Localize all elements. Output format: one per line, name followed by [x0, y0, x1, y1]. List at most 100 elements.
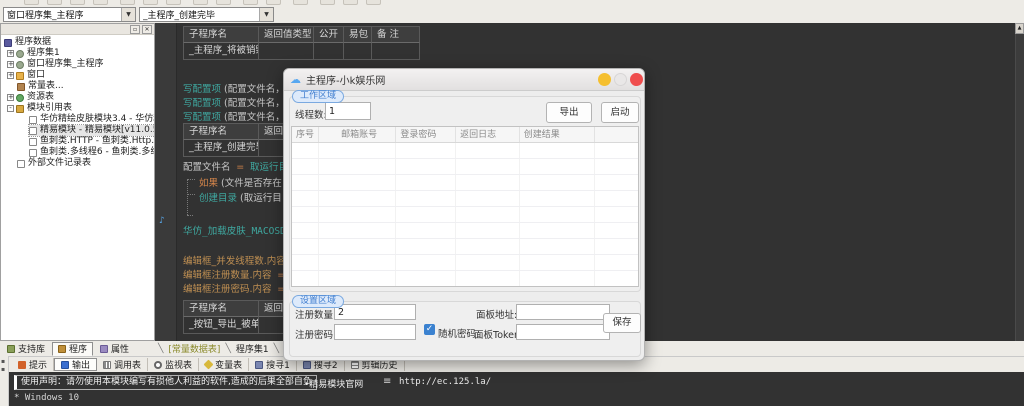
modules-icon [16, 105, 24, 113]
output-console[interactable]: 使用声明：请勿使用本模块编写有损他人利益的软件,造成的后果全部自负 •精易模块官… [9, 372, 1024, 406]
table-row[interactable] [292, 239, 638, 255]
pin-button[interactable]: ▫ [130, 25, 140, 34]
table-row[interactable] [292, 255, 638, 271]
toolbar-icon[interactable] [343, 0, 358, 5]
hamburger-icon: ≡ [383, 376, 391, 387]
bookmark-icon: ♪ [159, 216, 165, 226]
toolbar-icon[interactable] [243, 0, 258, 5]
table-row[interactable] [292, 191, 638, 207]
export-button[interactable]: 导出 [546, 102, 592, 123]
resource-icon [16, 94, 24, 102]
toolbar-icon[interactable] [70, 0, 85, 5]
tab-properties[interactable]: 属性 [95, 342, 134, 356]
tab-watch-table[interactable]: 监视表 [148, 358, 199, 371]
program-icon [58, 345, 66, 353]
table-row[interactable] [292, 271, 638, 287]
proc-name-cell[interactable]: _主程序_创建完毕 [183, 140, 259, 157]
toolbar-icon[interactable] [216, 0, 231, 5]
dialog-titlebar[interactable]: ☁ 主程序-小k娱乐网 [284, 69, 644, 91]
expand-icon[interactable]: + [7, 94, 14, 101]
table-row[interactable] [292, 159, 638, 175]
toolbar-icon[interactable] [266, 0, 281, 5]
panel-address-label: 面板地址: [476, 307, 517, 321]
panel-token-input[interactable] [516, 324, 610, 340]
tree-item-module-refs[interactable]: -模块引用表 [7, 103, 72, 114]
tree-item-window[interactable]: +窗口 [7, 70, 45, 81]
properties-icon [100, 345, 108, 353]
tree-item-thread-module[interactable]: 鱼刺类.多线程6 - 鱼刺类.多线程6.ec [29, 147, 155, 158]
reg-count-input[interactable] [334, 304, 416, 320]
subroutine-combobox-value: _主程序_创建完毕 [143, 8, 259, 21]
toolbar-icon[interactable] [293, 0, 308, 5]
col-header: 子程序名 [183, 300, 259, 317]
tree-item-program-data[interactable]: 程序数据 [4, 37, 51, 48]
proc-name-cell[interactable]: _按钮_导出_被单击 [183, 317, 259, 334]
expand-icon[interactable]: + [7, 61, 14, 68]
subroutine-combobox[interactable]: _主程序_创建完毕 ▼ [139, 7, 274, 22]
tree-item-window-assembly[interactable]: +窗口程序集_主程序 [7, 59, 104, 70]
table-row[interactable] [292, 143, 638, 159]
accounts-table[interactable]: 序号 邮箱账号 登录密码 返回日志 创建结果 [291, 126, 639, 287]
toolbar-icon[interactable] [47, 0, 62, 5]
random-password-label: 随机密码 [438, 326, 476, 340]
chevron-down-icon[interactable]: ▼ [259, 8, 273, 21]
cloud-icon: ☁ [290, 73, 301, 86]
chevron-down-icon[interactable]: ▼ [121, 8, 135, 21]
tree-item-skin-module[interactable]: 华仿精绘皮肤模块3.4 - 华仿精绘皮肤模块 [29, 114, 155, 125]
close-icon[interactable]: ✕ [142, 25, 152, 34]
proc-name-cell[interactable]: _主程序_将被销毁 [183, 43, 259, 60]
work-area-badge: 工作区域 [292, 90, 344, 103]
code-line: 编辑框注册数量.内容 = [183, 267, 285, 281]
table-row[interactable] [292, 207, 638, 223]
code-line: 写配置项 (配置文件名， [183, 81, 285, 95]
start-button[interactable]: 启动 [601, 102, 639, 123]
random-password-checkbox[interactable]: ✓ [424, 324, 435, 335]
editor-scrollbar[interactable] [1015, 34, 1024, 341]
module-combobox[interactable]: 窗口程序集_主程序 ▼ [3, 7, 136, 22]
tab-program[interactable]: 程序 [52, 342, 93, 356]
toolbar-icon[interactable] [320, 0, 335, 5]
tree-item-external-files[interactable]: 外部文件记录表 [17, 158, 91, 169]
toolbar-icon[interactable] [143, 0, 158, 5]
tree-item-const-table[interactable]: 常量表... [17, 81, 64, 92]
table-row[interactable] [292, 223, 638, 239]
tab-variables[interactable]: 变量表 [199, 358, 249, 371]
filetab-assembly1[interactable]: 程序集1 [232, 342, 273, 355]
toolbar-icon[interactable] [24, 0, 39, 5]
magnifier-icon [154, 361, 162, 369]
table-row[interactable] [292, 175, 638, 191]
minimize-button[interactable] [598, 73, 611, 86]
save-button[interactable]: 保存 [603, 313, 641, 333]
library-icon [7, 345, 15, 353]
tab-output[interactable]: 输出 [54, 358, 97, 371]
close-button[interactable] [630, 73, 643, 86]
tree-item-http-module[interactable]: 鱼刺类.HTTP - 鱼刺类.Http.ec [29, 136, 155, 147]
tab-separator [157, 344, 164, 354]
code-line: 写配置项 (配置文件名， [183, 95, 285, 109]
tab-support-libs[interactable]: 支持库 [2, 342, 50, 356]
tab-call-table[interactable]: 调用表 [97, 358, 148, 371]
reg-password-input[interactable] [334, 324, 416, 340]
dock-icon[interactable]: ▪ [1, 358, 5, 365]
expand-icon[interactable]: + [7, 72, 14, 79]
dock-icon[interactable]: ▪ [1, 366, 5, 373]
filetab-const-table[interactable]: [常量数据表] [164, 342, 224, 355]
expand-icon[interactable]: + [7, 50, 14, 57]
tab-tips[interactable]: 提示 [12, 358, 54, 371]
collapse-icon[interactable]: - [7, 105, 14, 112]
tree-item-assembly1[interactable]: +程序集1 [7, 48, 60, 59]
maximize-button[interactable] [614, 73, 627, 86]
tree-item-resource-table[interactable]: +资源表 [7, 92, 54, 103]
output-selected-line[interactable]: 使用声明：请勿使用本模块编写有损他人利益的软件,造成的后果全部自负 [14, 375, 317, 390]
toolbar-icon[interactable] [93, 0, 108, 5]
tree-item-jingyi-module[interactable]: 精易模块 - 精易模块[v11.0.5].ec [29, 125, 155, 136]
scroll-up-icon[interactable]: ▲ [1015, 23, 1024, 34]
panel-address-input[interactable] [516, 304, 610, 320]
toolbar-icon[interactable] [120, 0, 135, 5]
thread-count-input[interactable] [325, 102, 371, 120]
file-icon [29, 127, 37, 135]
toolbar-icon[interactable] [366, 0, 381, 5]
module-combobox-value: 窗口程序集_主程序 [7, 8, 121, 21]
toolbar-icon[interactable] [193, 0, 208, 5]
toolbar-icon[interactable] [166, 0, 181, 5]
